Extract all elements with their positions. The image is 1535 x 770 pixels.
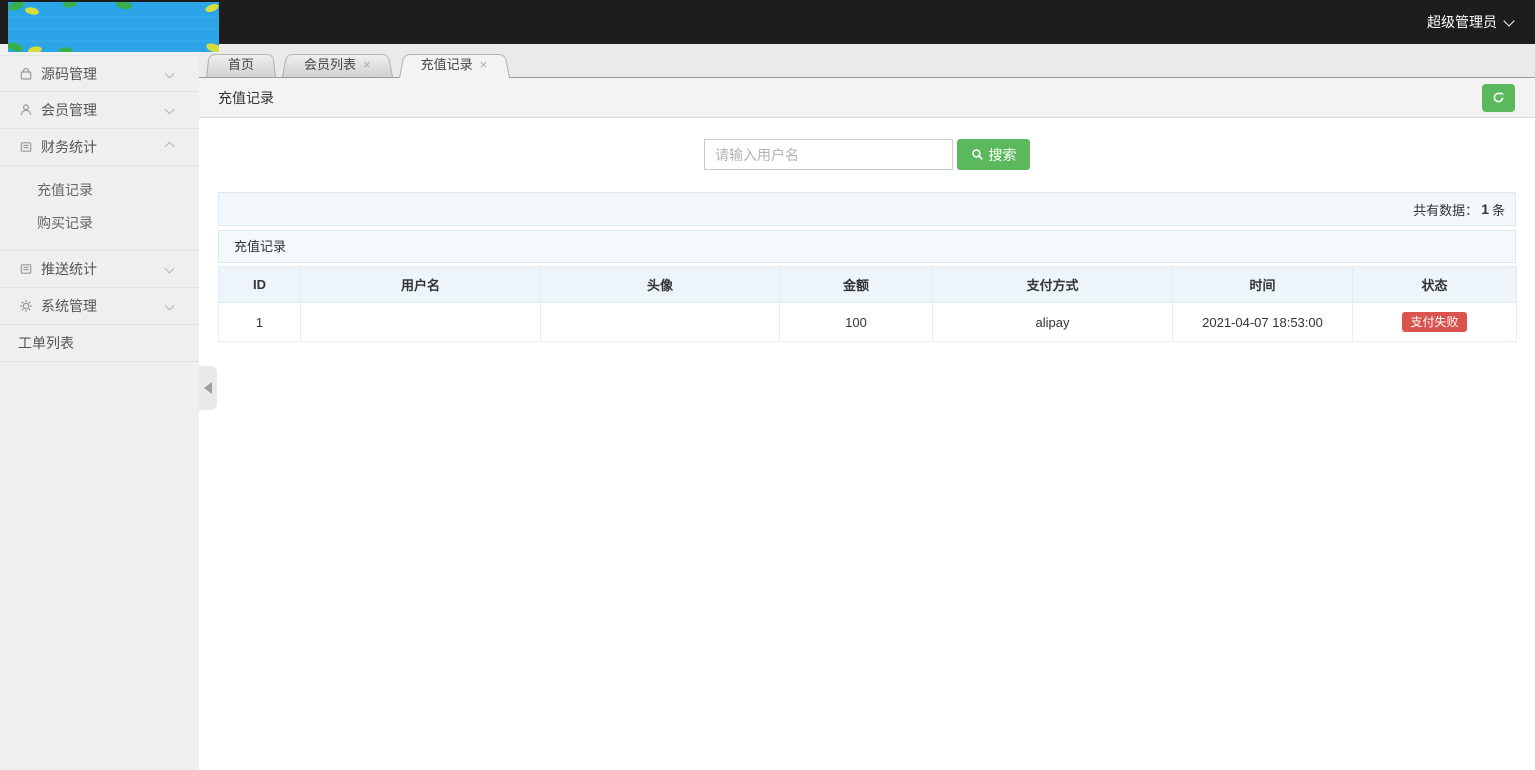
column-header-amount: 金额 — [779, 266, 933, 303]
column-header-pay-method: 支付方式 — [932, 266, 1173, 303]
sidebar-item-push-stats[interactable]: 推送统计 — [0, 251, 199, 288]
column-header-status: 状态 — [1352, 266, 1517, 303]
cell-pay-method: alipay — [932, 302, 1173, 342]
admin-menu[interactable]: 超级管理员 — [1427, 0, 1515, 44]
sidebar: 源码管理 会员管理 财务统计 充值记录 购买记录 推送统计 系统管理 工单列表 — [0, 44, 199, 770]
sidebar-item-finance-stats[interactable]: 财务统计 — [0, 129, 199, 166]
tab-home[interactable]: 首页 — [206, 52, 276, 77]
sidebar-item-label: 工单列表 — [18, 335, 74, 351]
sidebar-item-work-orders[interactable]: 工单列表 — [0, 325, 199, 362]
sidebar-collapse-handle[interactable] — [199, 366, 217, 410]
recharge-records-table: ID 用户名 头像 金额 支付方式 时间 状态 1 100 alipay 202… — [218, 266, 1517, 342]
refresh-icon — [1493, 91, 1505, 103]
page-title-bar: 充值记录 — [199, 78, 1535, 118]
stats-prefix: 共有数据： — [1413, 202, 1479, 218]
search-row: 搜索 — [218, 139, 1516, 170]
refresh-button[interactable] — [1482, 83, 1515, 112]
logo-image — [7, 0, 222, 55]
status-badge: 支付失败 — [1402, 312, 1467, 332]
tab-label: 充值记录 — [420, 56, 473, 72]
page-title: 充值记录 — [218, 89, 274, 106]
sidebar-item-system-manage[interactable]: 系统管理 — [0, 288, 199, 325]
site-logo[interactable] — [7, 0, 222, 55]
gear-icon — [18, 298, 34, 314]
username-search-input[interactable] — [704, 139, 953, 170]
tab-bar: 首页 会员列表 × 充值记录 × — [199, 44, 1535, 78]
triangle-left-icon — [204, 382, 212, 394]
main-area: 首页 会员列表 × 充值记录 × 充值记录 请输入用户名 搜索 共有数据： 1 … — [199, 44, 1535, 770]
sidebar-subitem-recharge-records[interactable]: 充值记录 — [0, 174, 199, 207]
stats-suffix: 条 — [1491, 202, 1505, 218]
chevron-down-icon — [1503, 14, 1515, 27]
search-button[interactable]: 搜索 — [957, 139, 1030, 170]
sidebar-item-label: 源码管理 — [41, 65, 97, 82]
cell-avatar — [540, 302, 780, 342]
close-icon[interactable]: × — [363, 58, 371, 71]
column-header-id: ID — [218, 266, 301, 303]
cell-amount: 100 — [779, 302, 933, 342]
sidebar-item-label: 推送统计 — [41, 261, 97, 277]
tab-member-list[interactable]: 会员列表 × — [282, 52, 393, 77]
column-header-time: 时间 — [1172, 266, 1353, 303]
search-button-label: 搜索 — [988, 146, 1017, 163]
cell-time: 2021-04-07 18:53:00 — [1172, 302, 1353, 342]
sidebar-item-member-manage[interactable]: 会员管理 — [0, 92, 199, 129]
ledger-icon — [18, 139, 34, 155]
close-icon[interactable]: × — [480, 58, 488, 71]
column-header-avatar: 头像 — [540, 266, 780, 303]
sidebar-item-source-manage[interactable]: 源码管理 — [0, 55, 199, 92]
admin-app: 超级管理员 源码管理 会员管理 财务统计 充值记录 购买记录 推送统计 系统管理… — [0, 0, 1535, 770]
table-panel-title: 充值记录 — [218, 230, 1516, 263]
cell-id: 1 — [218, 302, 301, 342]
user-icon — [18, 102, 34, 118]
tab-label: 会员列表 — [304, 56, 357, 72]
tab-recharge-records[interactable]: 充值记录 × — [399, 52, 510, 77]
column-header-username: 用户名 — [300, 266, 541, 303]
sidebar-item-label: 财务统计 — [41, 139, 97, 155]
sidebar-submenu-finance: 充值记录 购买记录 — [0, 166, 199, 251]
content-area: 搜索 共有数据： 1 条 充值记录 ID 用户名 头像 — [199, 139, 1535, 342]
sidebar-subitem-purchase-records[interactable]: 购买记录 — [0, 207, 199, 240]
table-row: 1 100 alipay 2021-04-07 18:53:00 支付失败 — [218, 302, 1517, 342]
search-icon — [971, 149, 983, 160]
bag-icon — [18, 66, 34, 82]
table-header-row: ID 用户名 头像 金额 支付方式 时间 状态 — [218, 266, 1517, 303]
ledger-icon — [18, 261, 34, 277]
sidebar-item-label: 会员管理 — [41, 102, 97, 118]
cell-username — [300, 302, 541, 342]
stats-count: 1 — [1481, 201, 1489, 217]
admin-label: 超级管理员 — [1427, 14, 1497, 30]
sidebar-item-label: 系统管理 — [41, 298, 97, 314]
stats-bar: 共有数据： 1 条 — [218, 192, 1516, 226]
topbar: 超级管理员 — [0, 0, 1535, 44]
tab-label: 首页 — [228, 56, 255, 72]
cell-status: 支付失败 — [1352, 302, 1517, 342]
